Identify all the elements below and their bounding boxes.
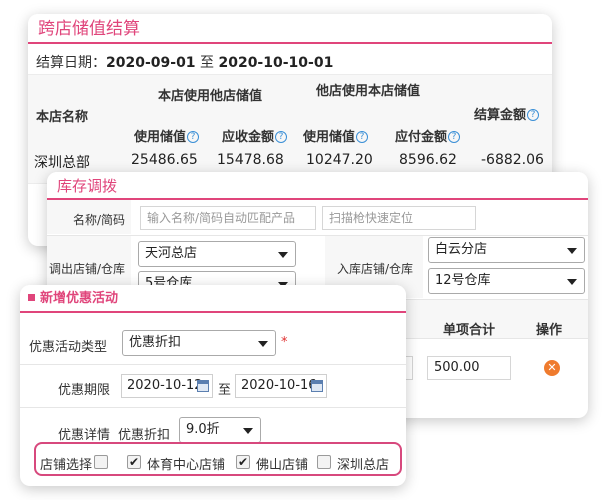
triangle-down-icon (567, 248, 577, 254)
settlement-date: 结算日期：2020-09-01 至 2020-10-10-01 (36, 52, 333, 72)
detail-sub-label: 优惠折扣 (118, 428, 171, 443)
row-total-input[interactable]: 500.00 (427, 356, 511, 380)
header-group-other: 他店使用本店储值 (316, 84, 421, 99)
period-from-value: 2020-10-12 (127, 378, 203, 393)
row-used-value-2: 10247.20 (306, 152, 373, 168)
settlement-date-from: 2020-09-01 (106, 55, 196, 71)
store-checkbox-1[interactable]: ✔ (127, 455, 141, 469)
store-all-checkbox[interactable] (94, 455, 108, 469)
question-circle-icon[interactable]: ? (356, 131, 369, 143)
in-warehouse-select[interactable]: 12号仓库 (428, 268, 585, 294)
calendar-icon[interactable] (311, 380, 323, 392)
header-payable: 应付金额? (395, 126, 461, 145)
settlement-date-sep: 至 (200, 55, 215, 71)
period-label: 优惠期限 (58, 383, 111, 398)
discount-value: 9.0折 (186, 422, 220, 437)
period-sep: 至 (218, 383, 232, 398)
in-store-value: 白云分店 (435, 242, 488, 257)
settlement-date-to: 2020-10-10-01 (218, 55, 334, 71)
bullet-icon (28, 294, 35, 301)
settlement-date-label: 结算日期： (36, 55, 106, 71)
row-receivable: 15478.68 (217, 152, 284, 168)
triangle-down-icon (567, 279, 577, 285)
col-unit-total: 单项合计 (443, 323, 496, 338)
row-used-value-1: 25486.65 (131, 152, 198, 168)
out-store-value: 天河总店 (145, 246, 198, 261)
settlement-title: 跨店储值结算 (28, 14, 552, 44)
store-checkbox-2[interactable]: ✔ (236, 455, 250, 469)
row-settle-amount: -6882.06 (481, 152, 544, 168)
promo-type-select[interactable]: 优惠折扣 (122, 330, 276, 356)
triangle-down-icon (243, 428, 253, 434)
promo-type-value: 优惠折扣 (129, 335, 182, 350)
header-store-name: 本店名称 (36, 110, 89, 125)
question-circle-icon[interactable]: ? (448, 131, 461, 143)
store-checkbox-3[interactable] (317, 455, 331, 469)
required-mark: * (281, 335, 288, 350)
detail-label: 优惠详情 (58, 428, 111, 443)
header-used-value-1-text: 使用储值 (134, 130, 187, 145)
header-used-value-1: 使用储值? (134, 126, 200, 145)
promo-title: 新增优惠活动 (20, 285, 406, 313)
in-warehouse-value: 12号仓库 (435, 273, 491, 288)
transfer-title: 库存调拨 (47, 172, 588, 200)
header-receivable-text: 应收金额 (222, 130, 275, 145)
store-label: 店铺选择 (40, 458, 93, 473)
divider (20, 364, 406, 365)
in-label: 入库店铺/仓库 (337, 262, 414, 276)
out-label: 调出店铺/仓库 (49, 262, 126, 276)
settlement-table-header: 本店名称 本店使用他店储值 他店使用本店储值 结算金额? 使用储值? 应收金额?… (28, 74, 552, 184)
triangle-down-icon (258, 341, 268, 347)
store-name-1: 体育中心店铺 (147, 458, 226, 473)
name-label: 名称/简码 (73, 213, 126, 227)
name-search-input[interactable]: 输入名称/简码自动匹配产品 (140, 206, 316, 230)
question-circle-icon[interactable]: ? (275, 131, 288, 143)
period-to-value: 2020-10-16 (241, 378, 317, 393)
header-used-value-2-text: 使用储值 (303, 130, 356, 145)
triangle-down-icon (278, 252, 288, 258)
store-name-2: 佛山店铺 (256, 458, 309, 473)
promo-type-label: 优惠活动类型 (29, 340, 108, 355)
header-used-value-2: 使用储值? (303, 126, 369, 145)
period-from-input[interactable]: 2020-10-12 (121, 374, 213, 398)
row-payable: 8596.62 (399, 152, 457, 168)
calendar-icon[interactable] (197, 380, 209, 392)
header-receivable: 应收金额? (222, 126, 288, 145)
col-action: 操作 (536, 323, 563, 338)
header-payable-text: 应付金额 (395, 130, 448, 145)
scan-input[interactable]: 扫描枪快速定位 (322, 206, 476, 230)
in-store-select[interactable]: 白云分店 (428, 237, 585, 263)
header-settle-amount: 结算金额? (474, 104, 540, 123)
question-circle-icon[interactable]: ? (187, 131, 200, 143)
out-store-select[interactable]: 天河总店 (138, 241, 296, 267)
close-circle-icon[interactable]: ✕ (544, 360, 560, 376)
divider (20, 407, 406, 408)
discount-select[interactable]: 9.0折 (179, 417, 261, 443)
store-name-3: 深圳总店 (337, 458, 390, 473)
header-group-own: 本店使用他店储值 (158, 89, 263, 104)
promo-panel: 新增优惠活动 优惠活动类型 优惠折扣 * 优惠期限 2020-10-12 至 2… (20, 285, 406, 486)
question-circle-icon[interactable]: ? (527, 109, 540, 121)
promo-title-text: 新增优惠活动 (40, 291, 119, 306)
row-store: 深圳总部 (34, 155, 90, 171)
header-settle-amount-text: 结算金额 (474, 108, 527, 123)
period-to-input[interactable]: 2020-10-16 (235, 374, 327, 398)
